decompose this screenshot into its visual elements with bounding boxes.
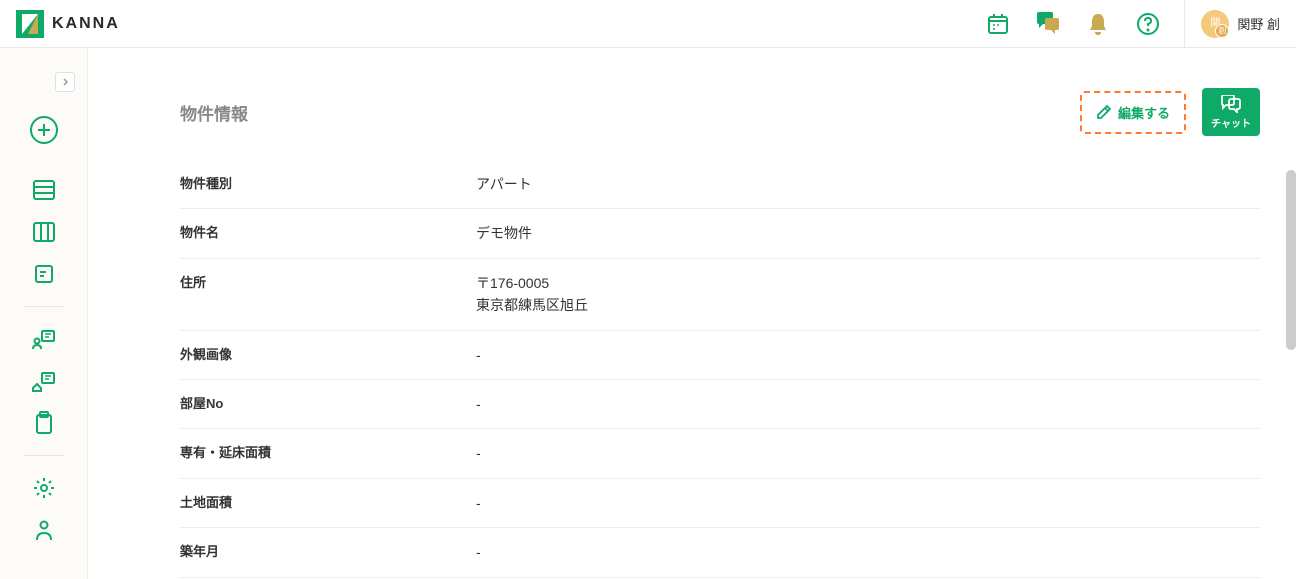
detail-value: - <box>476 442 481 464</box>
sidebar-people-icon[interactable] <box>26 321 62 357</box>
logo[interactable]: KANNA <box>16 10 120 38</box>
detail-value: アパート <box>476 173 532 195</box>
detail-label: 外観画像 <box>180 344 476 366</box>
sidebar-list-icon[interactable] <box>26 172 62 208</box>
detail-row: 物件名デモ物件 <box>180 209 1260 258</box>
edit-button[interactable]: 編集する <box>1080 91 1186 134</box>
sidebar-report-icon[interactable] <box>26 256 62 292</box>
detail-row: 外観画像- <box>180 331 1260 380</box>
detail-value: - <box>476 344 481 366</box>
detail-row: 住所〒176-0005 東京都練馬区旭丘 <box>180 259 1260 331</box>
bell-icon[interactable] <box>1084 10 1112 38</box>
sidebar-property-icon[interactable] <box>26 363 62 399</box>
page-header-actions: 編集する チャット <box>1080 88 1260 136</box>
detail-list: 物件種別アパート物件名デモ物件住所〒176-0005 東京都練馬区旭丘外観画像-… <box>180 160 1260 579</box>
avatar: 関 創 <box>1201 10 1229 38</box>
chat-label: チャット <box>1211 115 1251 130</box>
page-title: 物件情報 <box>180 100 248 125</box>
detail-label: 物件名 <box>180 222 476 244</box>
avatar-sub-initial: 創 <box>1215 24 1229 38</box>
detail-row: 専有・延床面積- <box>180 429 1260 478</box>
add-button[interactable] <box>26 112 62 148</box>
detail-row: 物件種別アパート <box>180 160 1260 209</box>
detail-value: デモ物件 <box>476 222 532 244</box>
chat-bubble-icon[interactable] <box>1034 10 1062 38</box>
detail-label: 土地面積 <box>180 492 476 514</box>
sidebar-divider <box>24 455 64 456</box>
detail-row: 部屋No- <box>180 380 1260 429</box>
detail-label: 住所 <box>180 272 476 317</box>
scrollbar[interactable] <box>1286 170 1296 350</box>
user-menu[interactable]: 関 創 関野 創 <box>1184 0 1280 48</box>
sidebar-clipboard-icon[interactable] <box>26 405 62 441</box>
sidebar-board-icon[interactable] <box>26 214 62 250</box>
detail-label: 部屋No <box>180 393 476 415</box>
detail-row: 土地面積- <box>180 479 1260 528</box>
calendar-icon[interactable] <box>984 10 1012 38</box>
logo-mark-icon <box>16 10 44 38</box>
sidebar-profile-icon[interactable] <box>26 512 62 548</box>
sidebar-divider <box>24 306 64 307</box>
header-actions: 関 創 関野 創 <box>984 0 1280 48</box>
page-header: 物件情報 編集する チャット <box>180 88 1260 136</box>
app-header: KANNA <box>0 0 1296 48</box>
detail-value: - <box>476 541 481 563</box>
edit-label: 編集する <box>1118 103 1170 122</box>
sidebar <box>0 48 88 579</box>
sidebar-settings-icon[interactable] <box>26 470 62 506</box>
logo-text: KANNA <box>52 15 120 33</box>
pencil-icon <box>1096 104 1112 120</box>
detail-value: - <box>476 393 481 415</box>
detail-value: 〒176-0005 東京都練馬区旭丘 <box>476 272 588 317</box>
detail-label: 築年月 <box>180 541 476 563</box>
user-name: 関野 創 <box>1237 14 1280 33</box>
detail-value: - <box>476 492 481 514</box>
detail-label: 物件種別 <box>180 173 476 195</box>
detail-label: 専有・延床面積 <box>180 442 476 464</box>
detail-row: 築年月- <box>180 528 1260 577</box>
sidebar-toggle[interactable] <box>55 72 75 92</box>
chat-icon <box>1220 95 1242 113</box>
chat-button[interactable]: チャット <box>1202 88 1260 136</box>
main-content: 物件情報 編集する チャット 物件種別アパート物件名デモ物件住所〒176-000… <box>88 48 1296 579</box>
help-icon[interactable] <box>1134 10 1162 38</box>
